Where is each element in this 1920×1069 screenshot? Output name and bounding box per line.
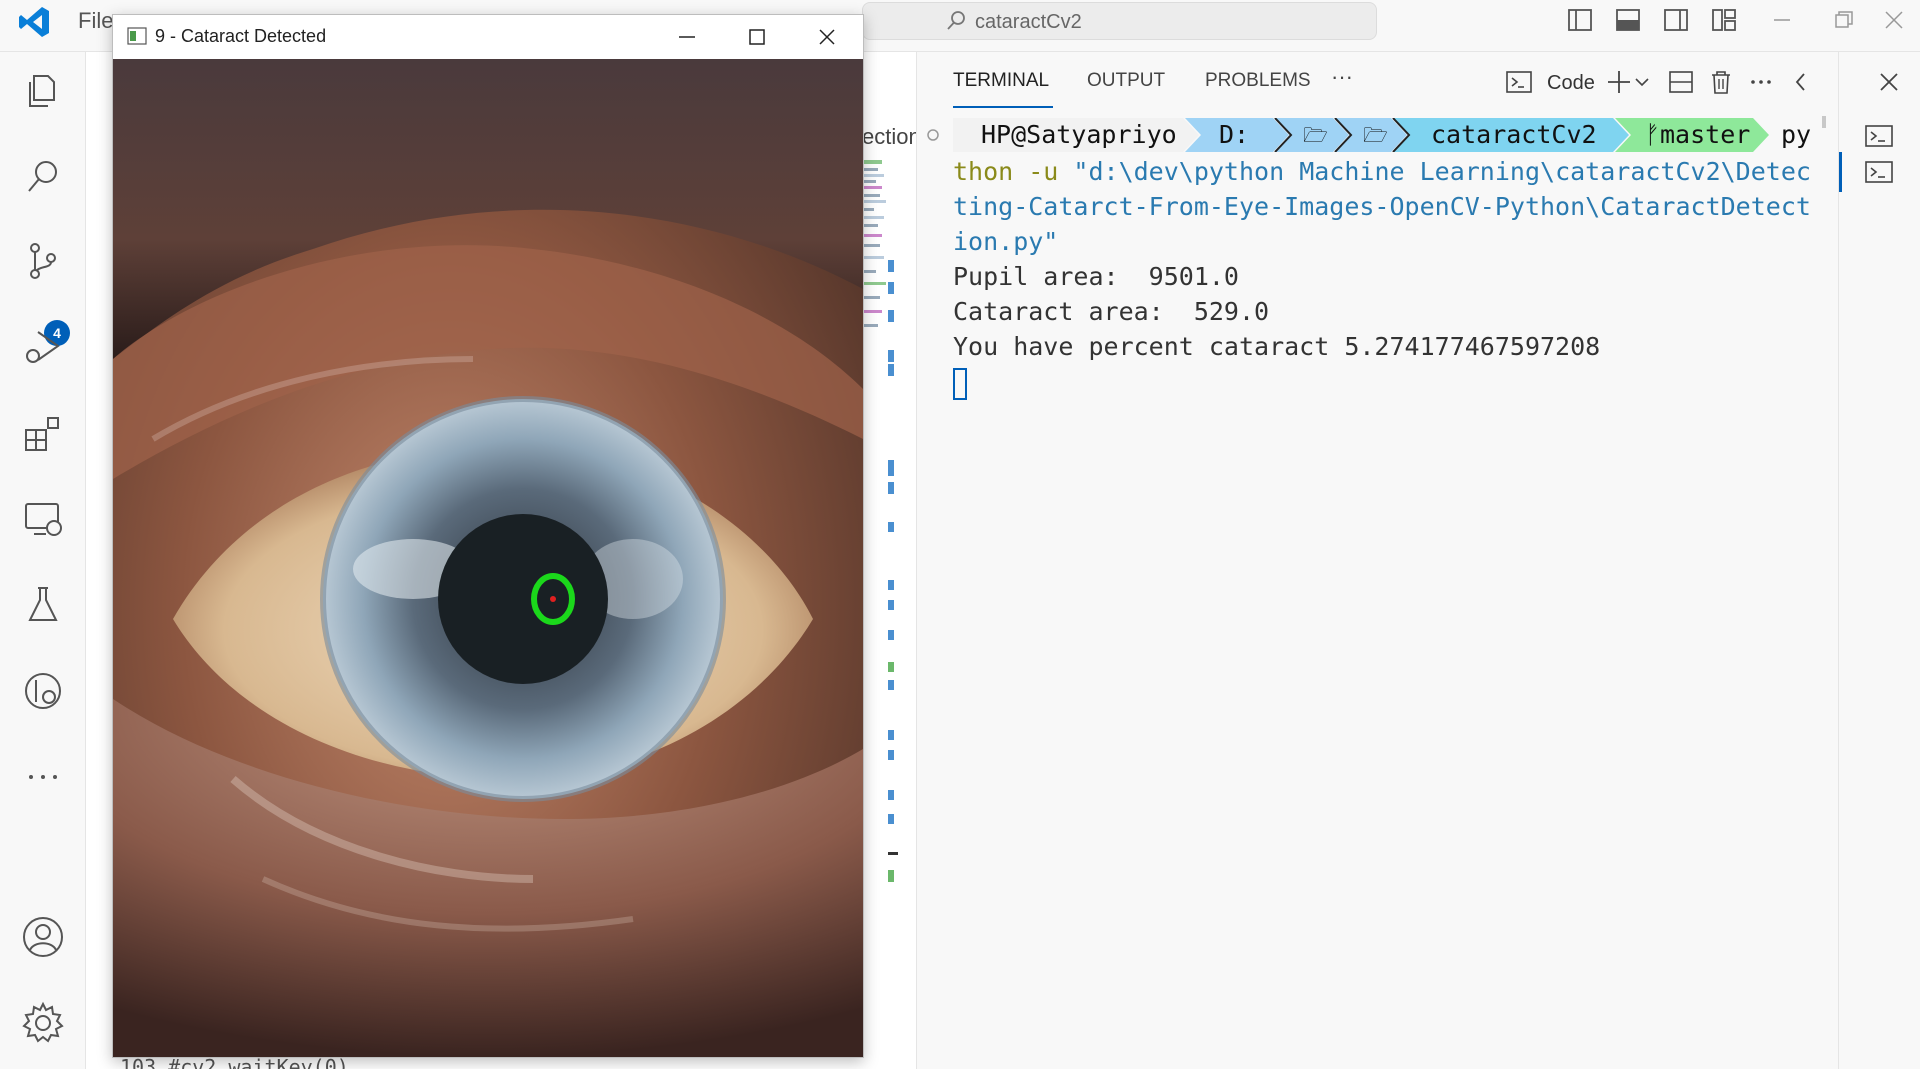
output-pupil-area: Pupil area: 9501.0	[953, 262, 1239, 291]
chevron-down-icon[interactable]	[1633, 68, 1651, 96]
opencv-title-bar[interactable]: 9 - Cataract Detected	[113, 15, 863, 59]
search-view-icon[interactable]	[20, 154, 66, 200]
terminal-profile-icon[interactable]	[1505, 68, 1533, 96]
minimize-icon[interactable]	[1768, 6, 1796, 34]
customize-layout-icon[interactable]	[1710, 6, 1738, 34]
run-debug-icon[interactable]	[20, 324, 66, 370]
bottom-panel: TERMINAL OUTPUT PROBLEMS ··· Code HP@Sat…	[916, 52, 1836, 1069]
terminal-cursor	[953, 368, 967, 400]
prompt-user: HP@Satyapriyo	[981, 120, 1177, 149]
prompt-drive: D:	[1219, 120, 1250, 149]
command-center-search[interactable]: cataractCv2	[862, 2, 1377, 40]
terminal-name-label[interactable]: Code	[1547, 72, 1595, 95]
split-terminal-icon[interactable]	[1667, 68, 1695, 96]
prompt-folder-icon: 🗁	[1303, 123, 1328, 147]
active-tab-indicator	[953, 106, 1053, 108]
terminal-scrollbar[interactable]	[1822, 116, 1826, 128]
source-control-icon[interactable]	[20, 238, 66, 284]
close-icon[interactable]	[813, 23, 841, 51]
prompt-line: HP@Satyapriyo D: 🗁 🗁 cataractCv2 ᚠmaster…	[927, 118, 1813, 154]
toggle-primary-sidebar-icon[interactable]	[1566, 6, 1594, 34]
prompt-circle-icon	[927, 129, 939, 141]
opencv-window-title: 9 - Cataract Detected	[155, 26, 327, 46]
command-line-3: ion.py"	[953, 227, 1059, 256]
prompt-branch: ᚠmaster	[1645, 120, 1751, 149]
more-actions-icon[interactable]	[1747, 68, 1775, 96]
settings-gear-icon[interactable]	[20, 1000, 66, 1046]
terminal-cursor-line	[953, 364, 1813, 400]
tab-output[interactable]: OUTPUT	[1087, 70, 1165, 92]
toggle-secondary-sidebar-icon[interactable]	[1662, 6, 1690, 34]
output-cataract-area: Cataract area: 529.0	[953, 297, 1270, 326]
app-window-icon	[127, 27, 147, 45]
panel-tabs: TERMINAL OUTPUT PROBLEMS ··· Code	[917, 52, 1837, 110]
command-line-1: thon -u "d:\dev\python Machine Learning\…	[953, 154, 1813, 189]
editor-tab-partial[interactable]: ection	[862, 124, 921, 150]
prompt-repo: cataractCv2	[1431, 120, 1597, 149]
terminal-instance-icon[interactable]	[1863, 122, 1895, 150]
tab-terminal[interactable]: TERMINAL	[953, 70, 1049, 92]
minimize-icon[interactable]	[673, 23, 701, 51]
output-cataract-percent: You have percent cataract 5.274177467597…	[953, 332, 1601, 361]
terminal-output[interactable]: HP@Satyapriyo D: 🗁 🗁 cataractCv2 ᚠmaster…	[927, 118, 1813, 400]
vscode-logo-icon	[19, 7, 49, 37]
eye-image	[113, 59, 863, 1057]
active-terminal-indicator	[1839, 152, 1842, 192]
panel-more-tabs[interactable]: ···	[1331, 64, 1353, 90]
vscode-window: File cataractCv2 4 ection 103 #cv2.waitK…	[0, 0, 1920, 1069]
opencv-image-window[interactable]: 9 - Cataract Detected	[112, 14, 864, 1058]
extensions-icon[interactable]	[20, 410, 66, 456]
chevron-left-icon[interactable]	[1787, 68, 1815, 96]
search-icon	[947, 11, 965, 30]
command-text: thon -u	[953, 157, 1074, 186]
terminal-tabs-list	[1838, 52, 1920, 1069]
accounts-icon[interactable]	[20, 914, 66, 960]
maximize-icon[interactable]	[743, 23, 771, 51]
terminal-instance-icon[interactable]	[1863, 158, 1895, 186]
activity-bar: 4	[0, 52, 86, 1069]
command-path: "d:\dev\python Machine Learning\cataract…	[1073, 157, 1811, 186]
git-graph-icon[interactable]	[20, 668, 66, 714]
tab-problems[interactable]: PROBLEMS	[1205, 70, 1311, 92]
restore-icon[interactable]	[1830, 6, 1858, 34]
remote-explorer-icon[interactable]	[20, 496, 66, 542]
command-line-2: ting-Catarct-From-Eye-Images-OpenCV-Pyth…	[953, 192, 1811, 221]
menu-file[interactable]: File	[78, 8, 113, 34]
more-views-icon[interactable]	[20, 754, 66, 800]
testing-icon[interactable]	[20, 582, 66, 628]
overview-ruler	[888, 260, 898, 882]
new-terminal-icon[interactable]	[1605, 68, 1633, 96]
close-icon[interactable]	[1880, 6, 1908, 34]
trash-icon[interactable]	[1707, 68, 1735, 96]
toggle-panel-icon[interactable]	[1614, 6, 1642, 34]
prompt-folder-icon: 🗁	[1363, 123, 1388, 147]
search-text: cataractCv2	[975, 11, 1082, 33]
explorer-icon[interactable]	[20, 68, 66, 114]
command-start: py	[1781, 120, 1812, 149]
close-panel-icon[interactable]	[1875, 68, 1903, 96]
